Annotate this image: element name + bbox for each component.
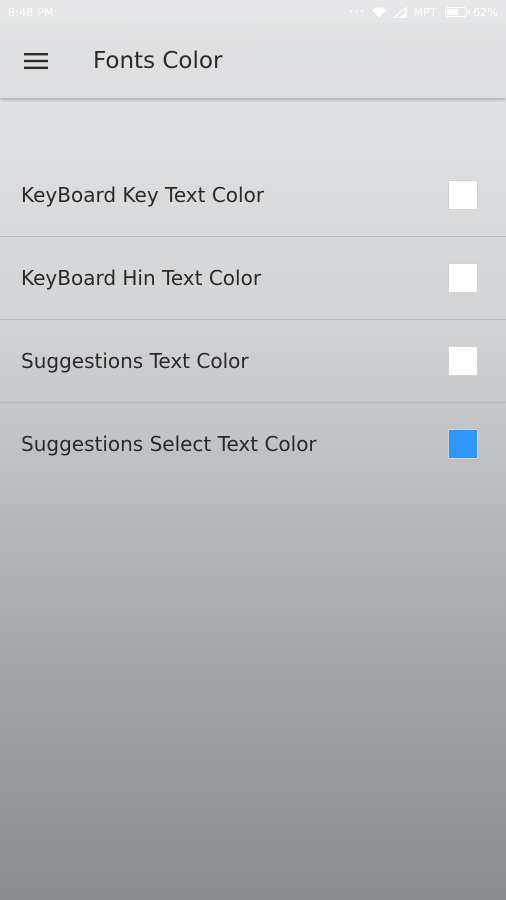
notification-dots-icon: ··· — [349, 4, 366, 20]
setting-label: KeyBoard Key Text Color — [21, 183, 265, 207]
setting-keyboard-key-text-color[interactable]: KeyBoard Key Text Color — [0, 154, 506, 237]
battery-icon — [444, 7, 470, 17]
signal-icon — [393, 6, 408, 18]
status-time: 8:48 PM — [8, 5, 54, 19]
setting-label: KeyBoard Hin Text Color — [21, 266, 262, 290]
status-icons: ··· MPT 62% — [349, 4, 498, 20]
color-swatch[interactable] — [448, 429, 478, 459]
settings-list: KeyBoard Key Text Color KeyBoard Hin Tex… — [0, 154, 506, 486]
battery-percent: 62% — [472, 5, 498, 19]
page-title: Fonts Color — [93, 48, 223, 74]
menu-button[interactable] — [0, 24, 72, 98]
status-bar: 8:48 PM ··· MPT 62% — [0, 0, 506, 24]
color-swatch[interactable] — [448, 346, 478, 376]
setting-label: Suggestions Select Text Color — [21, 432, 317, 456]
color-swatch[interactable] — [448, 263, 478, 293]
app-bar: Fonts Color — [0, 24, 506, 98]
hamburger-menu-icon — [24, 53, 48, 69]
carrier-label: MPT — [413, 5, 437, 19]
wifi-icon — [372, 7, 387, 18]
setting-label: Suggestions Text Color — [21, 349, 249, 373]
battery-fill — [446, 9, 458, 15]
setting-suggestions-text-color[interactable]: Suggestions Text Color — [0, 320, 506, 403]
color-swatch[interactable] — [448, 180, 478, 210]
setting-suggestions-select-text-color[interactable]: Suggestions Select Text Color — [0, 403, 506, 486]
setting-keyboard-hint-text-color[interactable]: KeyBoard Hin Text Color — [0, 237, 506, 320]
